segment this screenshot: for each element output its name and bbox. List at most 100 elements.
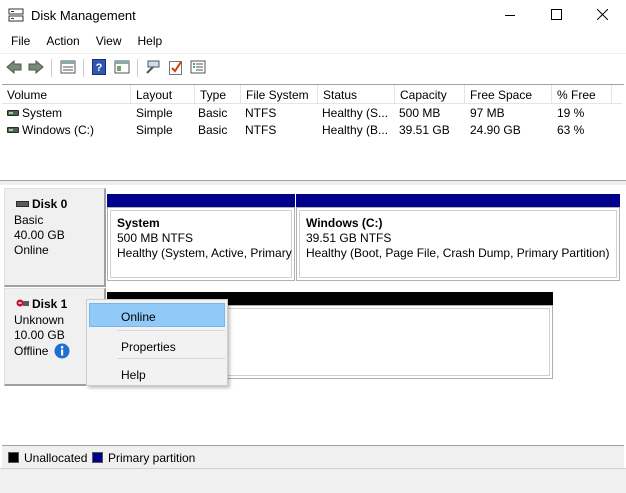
connect-button[interactable] — [143, 58, 163, 78]
volume-type: Basic — [198, 106, 228, 120]
legend: Unallocated Primary partition — [2, 445, 624, 468]
partition-system[interactable]: System 500 MB NTFS Healthy (System, Acti… — [107, 194, 295, 281]
partition-inner: System 500 MB NTFS Healthy (System, Acti… — [110, 210, 292, 278]
volume-capacity: 500 MB — [399, 106, 441, 120]
context-menu: Online Properties Help — [86, 299, 228, 386]
context-menu-online[interactable]: Online — [89, 303, 225, 327]
back-icon — [6, 59, 22, 77]
menu-view[interactable]: View — [88, 31, 130, 53]
volume-capacity: 39.51 GB — [399, 123, 450, 137]
show-list-button[interactable] — [58, 58, 78, 78]
minimize-button[interactable] — [487, 0, 533, 31]
toolbar: ? — [0, 53, 626, 81]
volume-row[interactable]: System Simple Basic NTFS Healthy (S... 5… — [2, 105, 622, 122]
svg-text:?: ? — [96, 62, 103, 74]
volume-free-space: 24.90 GB — [470, 123, 521, 137]
column-header-volume[interactable]: Volume — [2, 85, 131, 104]
title-bar: Disk Management — [0, 0, 626, 31]
status-bar — [0, 468, 626, 493]
volume-status: Healthy (S... — [322, 106, 389, 120]
volume-free-space: 97 MB — [470, 106, 505, 120]
disk-size: 10.00 GB — [14, 328, 65, 342]
volume-name: Windows (C:) — [22, 123, 95, 137]
partition-windows-c[interactable]: Windows (C:) 39.51 GB NTFS Healthy (Boot… — [296, 194, 620, 281]
close-button[interactable] — [579, 0, 625, 31]
volume-percent-free: 63 % — [557, 123, 585, 137]
back-button[interactable] — [4, 58, 24, 78]
menu-bar: File Action View Help — [0, 31, 626, 53]
partition-body: System 500 MB NTFS Healthy (System, Acti… — [107, 207, 295, 281]
disk-state: Online — [14, 243, 49, 257]
partition-title: Windows (C:) — [306, 216, 383, 230]
partition-status: Healthy (System, Active, Primary — [117, 246, 292, 260]
partition-inner: Windows (C:) 39.51 GB NTFS Healthy (Boot… — [299, 210, 617, 278]
volume-name: System — [22, 106, 63, 120]
disk-0-label[interactable]: Disk 0 Basic 40.00 GB Online — [4, 188, 106, 287]
disk-state: Offline — [14, 344, 49, 358]
disk-management-icon — [8, 8, 24, 22]
menu-file[interactable]: File — [3, 31, 38, 53]
partition-size: 500 MB NTFS — [117, 231, 194, 245]
context-menu-separator — [117, 358, 225, 359]
forward-button[interactable] — [26, 58, 46, 78]
volume-row[interactable]: Windows (C:) Simple Basic NTFS Healthy (… — [2, 122, 622, 139]
column-header-file-system[interactable]: File System — [241, 85, 318, 104]
maximize-button[interactable] — [533, 0, 579, 31]
partition-type-bar — [296, 194, 620, 207]
volume-layout: Simple — [136, 106, 173, 120]
partition-body: Windows (C:) 39.51 GB NTFS Healthy (Boot… — [296, 207, 620, 281]
info-icon[interactable] — [54, 343, 70, 362]
settings-icon — [190, 60, 206, 77]
window-title: Disk Management — [31, 8, 136, 23]
column-header-status[interactable]: Status — [318, 85, 395, 104]
properties-button[interactable] — [112, 58, 132, 78]
check-icon — [169, 59, 183, 78]
maximize-icon — [550, 8, 562, 23]
volume-status: Healthy (B... — [322, 123, 389, 137]
legend-swatch-primary — [92, 452, 103, 463]
legend-swatch-unallocated — [8, 452, 19, 463]
properties-icon — [114, 60, 130, 77]
volume-layout: Simple — [136, 123, 173, 137]
volume-type: Basic — [198, 123, 228, 137]
help-icon: ? — [92, 58, 106, 78]
context-menu-properties[interactable]: Properties — [89, 333, 225, 357]
connect-icon — [145, 60, 161, 77]
volume-file-system: NTFS — [245, 123, 277, 137]
column-header-free-space[interactable]: Free Space — [465, 85, 552, 104]
volume-list-header: Volume Layout Type File System Status Ca… — [2, 85, 622, 104]
offline-disk-icon — [16, 297, 30, 311]
legend-label-primary: Primary partition — [108, 451, 196, 465]
volume-file-system: NTFS — [245, 106, 277, 120]
close-icon — [596, 8, 608, 23]
show-list-icon — [60, 60, 76, 77]
partition-status: Healthy (Boot, Page File, Crash Dump, Pr… — [306, 246, 610, 260]
toolbar-separator — [83, 59, 84, 77]
legend-label-unallocated: Unallocated — [24, 451, 88, 465]
disk-icon — [16, 201, 29, 207]
disk-name: Disk 0 — [32, 197, 68, 211]
disk-name: Disk 1 — [32, 297, 68, 311]
minimize-icon — [505, 9, 515, 23]
partition-size: 39.51 GB NTFS — [306, 231, 392, 245]
partition-title: System — [117, 216, 160, 230]
disk-type: Unknown — [14, 313, 65, 327]
context-menu-help[interactable]: Help — [89, 361, 225, 385]
drive-icon — [7, 127, 19, 133]
disk-type: Basic — [14, 213, 44, 227]
partition-type-bar — [107, 194, 295, 207]
volume-list[interactable]: Volume Layout Type File System Status Ca… — [2, 84, 624, 180]
volume-percent-free: 19 % — [557, 106, 585, 120]
column-header-percent-free[interactable]: % Free — [552, 85, 612, 104]
menu-help[interactable]: Help — [130, 31, 171, 53]
settings-button[interactable] — [188, 58, 208, 78]
check-button[interactable] — [166, 58, 186, 78]
column-header-type[interactable]: Type — [195, 85, 241, 104]
disk-size: 40.00 GB — [14, 228, 65, 242]
toolbar-separator — [51, 59, 52, 77]
forward-icon — [28, 59, 44, 77]
column-header-layout[interactable]: Layout — [131, 85, 195, 104]
menu-action[interactable]: Action — [38, 31, 87, 53]
help-button[interactable]: ? — [89, 58, 109, 78]
column-header-capacity[interactable]: Capacity — [395, 85, 465, 104]
